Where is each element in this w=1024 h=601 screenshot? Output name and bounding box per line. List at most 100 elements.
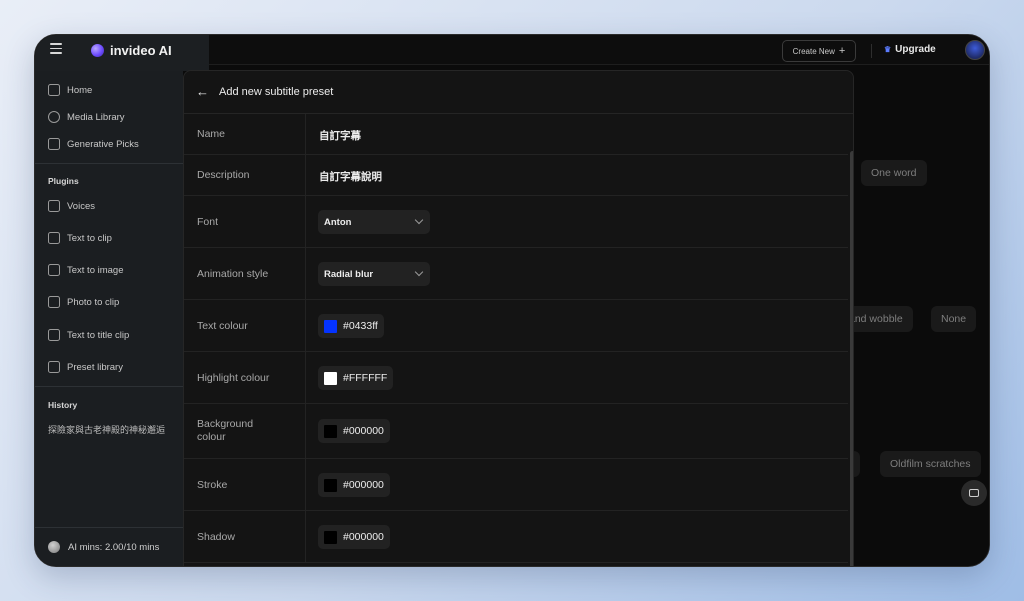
ai-minutes-text: AI mins: 2.00/10 mins bbox=[68, 541, 160, 553]
text-to-image-icon bbox=[48, 264, 60, 276]
colour-swatch bbox=[324, 530, 337, 544]
field-label: Stroke bbox=[197, 479, 228, 491]
sidebar-divider bbox=[35, 386, 183, 387]
colour-swatch bbox=[324, 424, 337, 438]
highlight-colour-picker[interactable]: #FFFFFF bbox=[318, 366, 394, 390]
field-row-highlight-colour: Highlight colour #FFFFFF bbox=[184, 352, 848, 404]
sidebar-item-label: Text to image bbox=[67, 264, 124, 276]
shadow-colour-picker[interactable]: #000000 bbox=[318, 525, 390, 549]
upgrade-button[interactable]: ♛ Upgrade bbox=[884, 44, 936, 55]
colour-hex: #000000 bbox=[343, 425, 384, 437]
user-avatar[interactable] bbox=[965, 40, 985, 60]
crown-icon: ♛ bbox=[884, 45, 892, 54]
field-row-description: Description 自訂字幕說明 bbox=[184, 155, 848, 196]
modal-header: ← Add new subtitle preset bbox=[184, 71, 853, 114]
field-label: Font bbox=[197, 216, 219, 228]
sidebar-item-label: Text to clip bbox=[67, 232, 112, 244]
brand-name: invideo AI bbox=[110, 43, 172, 58]
font-select[interactable]: Anton bbox=[318, 210, 430, 234]
sidebar-item-home[interactable]: Home bbox=[48, 82, 92, 98]
create-new-label: Create New bbox=[792, 46, 835, 56]
sidebar-item-generative-picks[interactable]: Generative Picks bbox=[48, 136, 139, 152]
sidebar-item-voices[interactable]: Voices bbox=[48, 198, 95, 214]
home-grid-icon bbox=[48, 84, 60, 96]
font-select-value: Anton bbox=[324, 216, 352, 228]
preset-chip-none[interactable]: None bbox=[931, 306, 977, 332]
colour-hex: #000000 bbox=[343, 531, 384, 543]
colour-hex: #FFFFFF bbox=[343, 372, 388, 384]
voices-icon bbox=[48, 200, 60, 212]
generative-picks-icon bbox=[48, 138, 60, 150]
sidebar-item-media-library[interactable]: Media Library bbox=[48, 109, 125, 125]
history-heading: History bbox=[48, 400, 78, 410]
field-row-background-colour: Background colour #000000 bbox=[184, 404, 848, 459]
sidebar-item-text-to-title-clip[interactable]: Text to title clip bbox=[48, 327, 129, 343]
sidebar-item-label: Preset library bbox=[67, 361, 123, 373]
preset-chip-one-word[interactable]: One word bbox=[861, 160, 927, 186]
column-divider bbox=[305, 155, 306, 195]
column-divider bbox=[305, 352, 306, 403]
hamburger-menu-icon[interactable] bbox=[50, 43, 62, 54]
colour-swatch bbox=[324, 478, 337, 492]
sidebar-item-label: Text to title clip bbox=[67, 329, 130, 341]
animation-style-value: Radial blur bbox=[324, 268, 374, 280]
colour-swatch bbox=[324, 371, 337, 385]
text-to-title-clip-icon bbox=[48, 329, 60, 341]
stroke-colour-picker[interactable]: #000000 bbox=[318, 473, 390, 497]
field-label: Shadow bbox=[197, 531, 235, 543]
sidebar-divider bbox=[35, 163, 183, 164]
ai-minutes-indicator: AI mins: 2.00/10 mins bbox=[48, 541, 159, 553]
field-label: Description bbox=[197, 169, 250, 181]
preset-library-icon bbox=[48, 361, 60, 373]
column-divider bbox=[305, 404, 306, 458]
field-label: Name bbox=[197, 128, 226, 140]
sidebar-item-photo-to-clip[interactable]: Photo to clip bbox=[48, 294, 119, 310]
sidebar: Home Media Library Generative Picks Plug… bbox=[35, 71, 183, 566]
sidebar-item-text-to-image[interactable]: Text to image bbox=[48, 262, 124, 278]
colour-hex: #000000 bbox=[343, 479, 384, 491]
text-colour-picker[interactable]: #0433ff bbox=[318, 314, 384, 338]
field-row-shadow: Shadow #000000 bbox=[184, 511, 848, 563]
column-divider bbox=[305, 511, 306, 562]
modal-title: Add new subtitle preset bbox=[219, 86, 334, 98]
media-library-icon bbox=[48, 111, 60, 123]
app-window: One word and wobble None s Oldfilm scrat… bbox=[34, 34, 990, 567]
field-label: Animation style bbox=[197, 268, 269, 280]
column-divider bbox=[305, 114, 306, 154]
animation-style-select[interactable]: Radial blur bbox=[318, 262, 430, 286]
sidebar-item-label: Photo to clip bbox=[67, 296, 120, 308]
chevron-down-icon bbox=[414, 215, 424, 225]
field-row-name: Name 自訂字幕 bbox=[184, 114, 848, 155]
chevron-down-icon bbox=[414, 267, 424, 277]
column-divider bbox=[305, 459, 306, 510]
history-item[interactable]: 探險家與古老神殿的神秘邂逅 bbox=[48, 423, 165, 436]
sidebar-item-label: Generative Picks bbox=[67, 138, 139, 150]
sidebar-item-label: Media Library bbox=[67, 111, 125, 123]
topbar-divider bbox=[871, 44, 872, 58]
plugins-heading: Plugins bbox=[48, 176, 79, 186]
modal-scrollbar[interactable] bbox=[850, 151, 853, 566]
description-input[interactable]: 自訂字幕說明 bbox=[319, 169, 382, 184]
colour-hex: #0433ff bbox=[343, 320, 378, 332]
column-divider bbox=[305, 300, 306, 351]
chat-support-button[interactable] bbox=[961, 480, 987, 506]
sidebar-item-label: Home bbox=[67, 84, 93, 96]
back-arrow-icon[interactable]: ← bbox=[196, 84, 209, 99]
sidebar-item-label: Voices bbox=[67, 200, 95, 212]
plus-icon: + bbox=[838, 45, 846, 57]
field-row-animation-style: Animation style Radial blur bbox=[184, 248, 848, 300]
colour-swatch bbox=[324, 319, 337, 333]
usage-pie-icon bbox=[48, 541, 60, 553]
column-divider bbox=[305, 196, 306, 247]
sidebar-item-text-to-clip[interactable]: Text to clip bbox=[48, 230, 112, 246]
name-input[interactable]: 自訂字幕 bbox=[319, 128, 361, 143]
field-row-stroke: Stroke #000000 bbox=[184, 459, 848, 511]
create-new-button[interactable]: Create New + bbox=[782, 40, 856, 62]
photo-to-clip-icon bbox=[48, 296, 60, 308]
sidebar-item-preset-library[interactable]: Preset library bbox=[48, 359, 123, 375]
field-label: Background colour bbox=[197, 418, 254, 443]
invideo-logo-icon bbox=[91, 44, 104, 57]
preset-chip-oldfilm-scratches[interactable]: Oldfilm scratches bbox=[880, 451, 981, 477]
sidebar-divider bbox=[35, 527, 183, 528]
background-colour-picker[interactable]: #000000 bbox=[318, 419, 390, 443]
